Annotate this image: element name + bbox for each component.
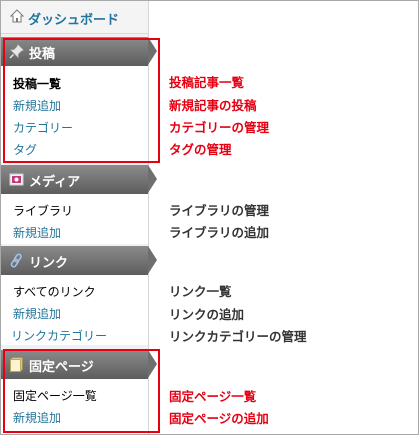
menu-media-submenu: ライブラリ 新規追加 [1, 194, 148, 244]
submenu-add-new-link[interactable]: 新規追加 [13, 305, 61, 322]
submenu-add-new-media[interactable]: 新規追加 [13, 224, 61, 241]
desc-categories: カテゴリーの管理 [169, 120, 270, 135]
menu-media-header[interactable]: メディア [1, 165, 157, 194]
desc-all-links: リンク一覧 [169, 284, 232, 299]
menu-links-header[interactable]: リンク [1, 246, 157, 275]
menu-media-label: メディア [29, 175, 81, 190]
desc-add-media: ライブラリの追加 [169, 225, 270, 240]
home-icon [10, 9, 24, 23]
menu-dashboard[interactable]: ダッシュボード [1, 1, 148, 34]
submenu-all-links[interactable]: すべてのリンク [13, 283, 96, 300]
menu-links-label: リンク [29, 256, 69, 271]
media-icon [9, 173, 24, 186]
menu-links-submenu: すべてのリンク 新規追加 リンクカテゴリー [1, 275, 148, 345]
desc-add-page: 固定ページの追加 [169, 411, 269, 426]
menu-arrow [148, 246, 157, 274]
menu-dashboard-label: ダッシュボード [28, 13, 120, 28]
desc-library: ライブラリの管理 [169, 203, 270, 218]
desc-link-categories: リンクカテゴリーの管理 [169, 329, 307, 344]
desc-add-new-post: 新規記事の投稿 [169, 98, 257, 113]
screenshot-frame: ダッシュボード 投稿 投稿一覧 新規追加 カテゴリー タグ メディア ライブラリ… [0, 0, 419, 435]
highlight-pages-box [3, 349, 160, 433]
desc-all-pages: 固定ページ一覧 [169, 389, 257, 404]
submenu-link-categories[interactable]: リンクカテゴリー [11, 327, 107, 344]
highlight-posts-box [3, 38, 160, 163]
link-icon [10, 253, 22, 268]
desc-add-link: リンクの追加 [169, 307, 245, 322]
desc-tags: タグの管理 [169, 142, 232, 157]
submenu-library[interactable]: ライブラリ [13, 202, 73, 219]
desc-all-posts: 投稿記事一覧 [169, 75, 245, 90]
menu-arrow [148, 165, 157, 193]
